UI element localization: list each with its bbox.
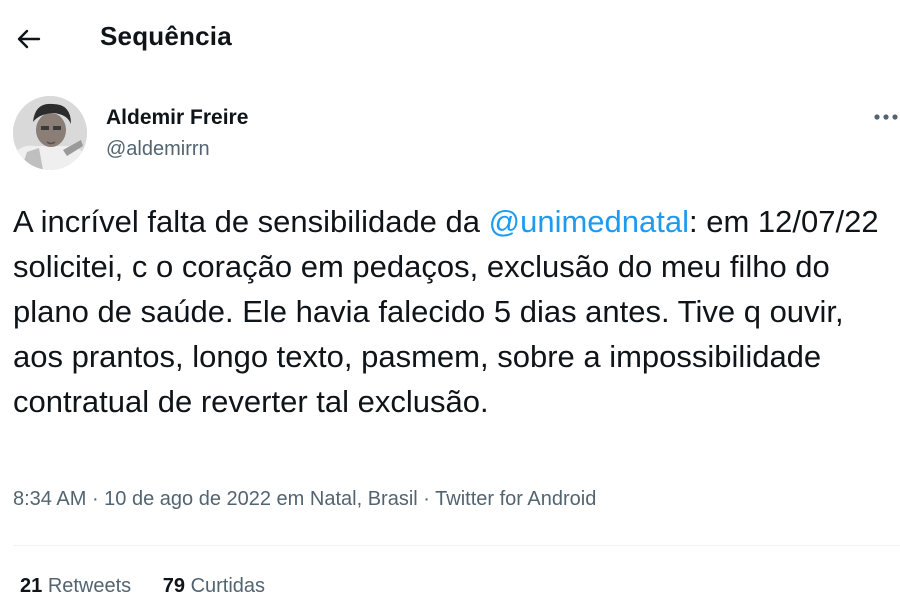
back-button[interactable] <box>14 24 44 54</box>
meta-separator: · <box>86 488 105 510</box>
retweets-stat[interactable]: 21 Retweets <box>20 575 131 598</box>
tweet-date: 10 de ago de 2022 <box>104 488 271 510</box>
tweet-text-part: A incrível falta de sensibilidade da <box>13 204 489 239</box>
retweets-count: 21 <box>20 575 43 597</box>
tweet-text: A incrível falta de sensibilidade da @un… <box>13 199 888 424</box>
tweet-time: 8:34 AM <box>13 488 87 510</box>
author-name[interactable]: Aldemir Freire <box>106 106 248 130</box>
likes-count: 79 <box>162 575 185 597</box>
ellipsis-icon <box>874 114 898 120</box>
author-handle[interactable]: @aldemirrn <box>106 138 210 161</box>
more-options-button[interactable] <box>872 108 900 126</box>
likes-stat[interactable]: 79 Curtidas <box>163 575 265 598</box>
tweet-time-link[interactable]: 8:34 AM · 10 de ago de 2022 <box>13 488 271 510</box>
mention-link[interactable]: @unimednatal <box>489 204 689 239</box>
location-link[interactable]: Natal, Brasil <box>310 488 418 510</box>
location-prefix: em <box>271 488 310 510</box>
arrow-left-icon <box>17 29 41 49</box>
tweet-metadata: 8:34 AM · 10 de ago de 2022 em Natal, Br… <box>13 488 596 511</box>
source-link[interactable]: Twitter for Android <box>435 488 596 510</box>
user-avatar-image <box>13 96 87 170</box>
page-title: Sequência <box>100 21 232 51</box>
divider <box>13 545 900 546</box>
likes-label: Curtidas <box>190 575 266 597</box>
top-bar: Sequência <box>0 0 900 78</box>
meta-separator: · <box>417 488 436 510</box>
avatar[interactable] <box>13 96 87 170</box>
engagement-stats: 21 Retweets 79 Curtidas <box>20 575 291 598</box>
retweets-label: Retweets <box>47 575 132 597</box>
